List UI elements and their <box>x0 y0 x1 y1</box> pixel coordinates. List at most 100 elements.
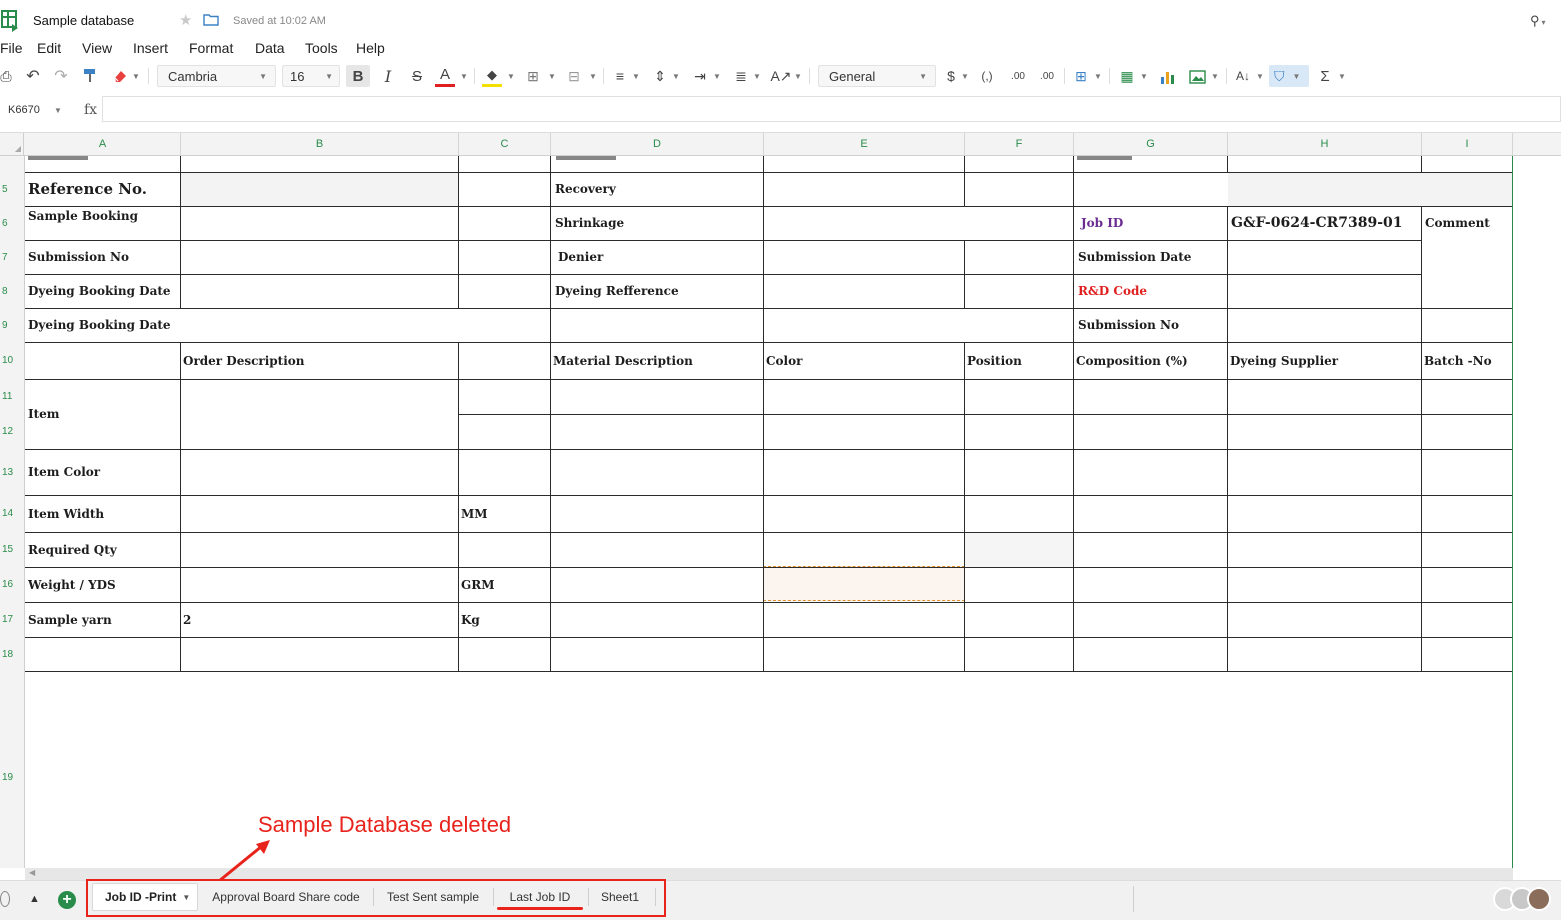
number-format-select[interactable]: General ▼ <box>818 65 936 87</box>
app-logo-icon[interactable] <box>0 9 20 33</box>
row-header-11[interactable]: 11 <box>0 379 24 414</box>
halign-caret-icon[interactable]: ▼ <box>632 72 640 81</box>
selected-cell-e16[interactable] <box>763 566 965 601</box>
avatar[interactable] <box>1527 887 1551 911</box>
insert-table-caret-icon[interactable]: ▼ <box>1140 72 1148 81</box>
paint-format-icon[interactable] <box>82 68 98 84</box>
fill-color-button[interactable]: ◆ <box>482 65 502 87</box>
vertical-align-icon[interactable]: ⇕ <box>650 65 670 87</box>
column-header-a[interactable]: A <box>25 133 181 155</box>
currency-button[interactable]: $ <box>944 65 958 87</box>
formula-input[interactable] <box>102 96 1561 122</box>
row-header-10[interactable]: 10 <box>0 342 24 379</box>
row-header-6[interactable]: 6 <box>0 206 24 240</box>
cell-a11[interactable]: Item <box>25 379 60 449</box>
cell-a8[interactable]: Dyeing Booking Date <box>25 274 171 308</box>
cell-a15[interactable]: Required Qty <box>25 532 117 567</box>
italic-button[interactable]: I <box>378 65 398 87</box>
valign-caret-icon[interactable]: ▼ <box>672 72 680 81</box>
row-header-9[interactable]: 9 <box>0 308 24 342</box>
text-rotation-icon[interactable]: A↗ <box>770 65 791 87</box>
row-header-12[interactable]: 12 <box>0 414 24 449</box>
table-format-icon[interactable]: ⊞ <box>1071 65 1091 87</box>
cell-i10[interactable]: Batch -No <box>1421 342 1492 379</box>
cell-b17[interactable]: 2 <box>180 602 191 637</box>
sort-icon[interactable]: A↓ <box>1233 65 1253 87</box>
cell-a16[interactable]: Weight / YDS <box>25 567 116 602</box>
tab-sheet1[interactable]: Sheet1 <box>592 884 648 910</box>
column-header-c[interactable]: C <box>459 133 551 155</box>
cell-h6[interactable]: G&F-0624-CR7389-01 <box>1228 206 1403 240</box>
cell-d5[interactable]: Recovery <box>552 172 616 206</box>
chevron-up-icon[interactable]: ▲ <box>29 893 40 905</box>
insert-image-caret-icon[interactable]: ▼ <box>1211 72 1219 81</box>
decrease-decimal-button[interactable]: .00 <box>1007 65 1029 87</box>
menu-format[interactable]: Format <box>189 40 233 56</box>
search-menu-icon[interactable]: ⚲ ▾ <box>1530 13 1546 29</box>
clear-format-icon[interactable] <box>112 68 128 84</box>
column-header-d[interactable]: D <box>551 133 764 155</box>
cell-g9[interactable]: Submission No <box>1075 308 1179 342</box>
bold-button[interactable]: B <box>346 65 370 87</box>
add-sheet-button[interactable]: + <box>58 891 76 909</box>
cell-a17[interactable]: Sample yarn <box>25 602 112 637</box>
column-header-i[interactable]: I <box>1422 133 1513 155</box>
sort-caret-icon[interactable]: ▼ <box>1256 72 1264 81</box>
increase-decimal-button[interactable]: .00 <box>1036 65 1058 87</box>
undo-icon[interactable]: ↶ <box>24 68 42 85</box>
cell-b10[interactable]: Order Description <box>180 342 305 379</box>
column-header-h[interactable]: H <box>1228 133 1422 155</box>
menu-data[interactable]: Data <box>255 40 285 56</box>
fill-color-caret-icon[interactable]: ▼ <box>507 72 515 81</box>
menu-file[interactable]: File <box>0 40 23 56</box>
functions-caret-icon[interactable]: ▼ <box>1338 72 1346 81</box>
cell-a14[interactable]: Item Width <box>25 495 104 532</box>
tab-test-sent-sample[interactable]: Test Sent sample <box>380 884 486 910</box>
cell-g8[interactable]: R&D Code <box>1075 274 1147 308</box>
insert-image-icon[interactable] <box>1189 69 1207 85</box>
shaded-cell-b5[interactable] <box>181 172 459 206</box>
indent-icon[interactable]: ⇥ <box>690 65 710 87</box>
row-header-17[interactable]: 17 <box>0 602 24 637</box>
wrap-caret-icon[interactable]: ▼ <box>753 72 761 81</box>
chevron-down-icon[interactable]: ▼ <box>182 893 190 902</box>
row-header-7[interactable]: 7 <box>0 240 24 274</box>
cell-c17[interactable]: Kg <box>458 602 480 637</box>
cell-e10[interactable]: Color <box>763 342 802 379</box>
scroll-left-icon[interactable]: ◀ <box>29 868 35 877</box>
cell-a13[interactable]: Item Color <box>25 449 100 495</box>
cell-i6[interactable]: Comment <box>1422 206 1490 240</box>
tab-approval-board-share-code[interactable]: Approval Board Share code <box>206 884 366 910</box>
chart-icon[interactable] <box>1159 69 1177 85</box>
print-icon[interactable]: ⎙ <box>0 68 12 84</box>
text-color-caret-icon[interactable]: ▼ <box>460 72 468 81</box>
text-wrap-icon[interactable]: ≣ <box>731 65 751 87</box>
name-box[interactable]: K6670 ▼ <box>0 98 70 122</box>
shaded-cell-f15[interactable] <box>965 532 1074 567</box>
font-family-select[interactable]: Cambria ▼ <box>157 65 276 87</box>
strikethrough-button[interactable]: S <box>407 65 427 87</box>
font-size-select[interactable]: 16 ▼ <box>282 65 340 87</box>
column-header-g[interactable]: G <box>1074 133 1228 155</box>
insert-table-icon[interactable]: ▦ <box>1117 65 1137 87</box>
cell-d7[interactable]: Denier <box>555 240 603 274</box>
cell-h10[interactable]: Dyeing Supplier <box>1227 342 1338 379</box>
merge-cells-icon[interactable]: ⊟ <box>564 65 584 87</box>
menu-insert[interactable]: Insert <box>133 40 168 56</box>
clear-format-caret-icon[interactable]: ▼ <box>132 72 140 81</box>
cell-d8[interactable]: Dyeing Refference <box>552 274 679 308</box>
row-header-13[interactable]: 13 <box>0 449 24 495</box>
collaborator-avatars[interactable] <box>1493 887 1553 913</box>
folder-icon[interactable] <box>203 13 219 26</box>
comma-style-button[interactable]: (,) <box>976 65 998 87</box>
functions-icon[interactable]: Σ <box>1315 65 1335 87</box>
menu-edit[interactable]: Edit <box>37 40 61 56</box>
table-format-caret-icon[interactable]: ▼ <box>1094 72 1102 81</box>
cell-f10[interactable]: Position <box>964 342 1022 379</box>
cell-a5[interactable]: Reference No. <box>25 172 147 206</box>
menu-help[interactable]: Help <box>356 40 385 56</box>
select-all-corner[interactable]: ◢ <box>0 133 24 155</box>
redo-icon[interactable]: ↷ <box>52 68 70 85</box>
document-title[interactable]: Sample database <box>33 13 134 28</box>
rotation-caret-icon[interactable]: ▼ <box>794 72 802 81</box>
